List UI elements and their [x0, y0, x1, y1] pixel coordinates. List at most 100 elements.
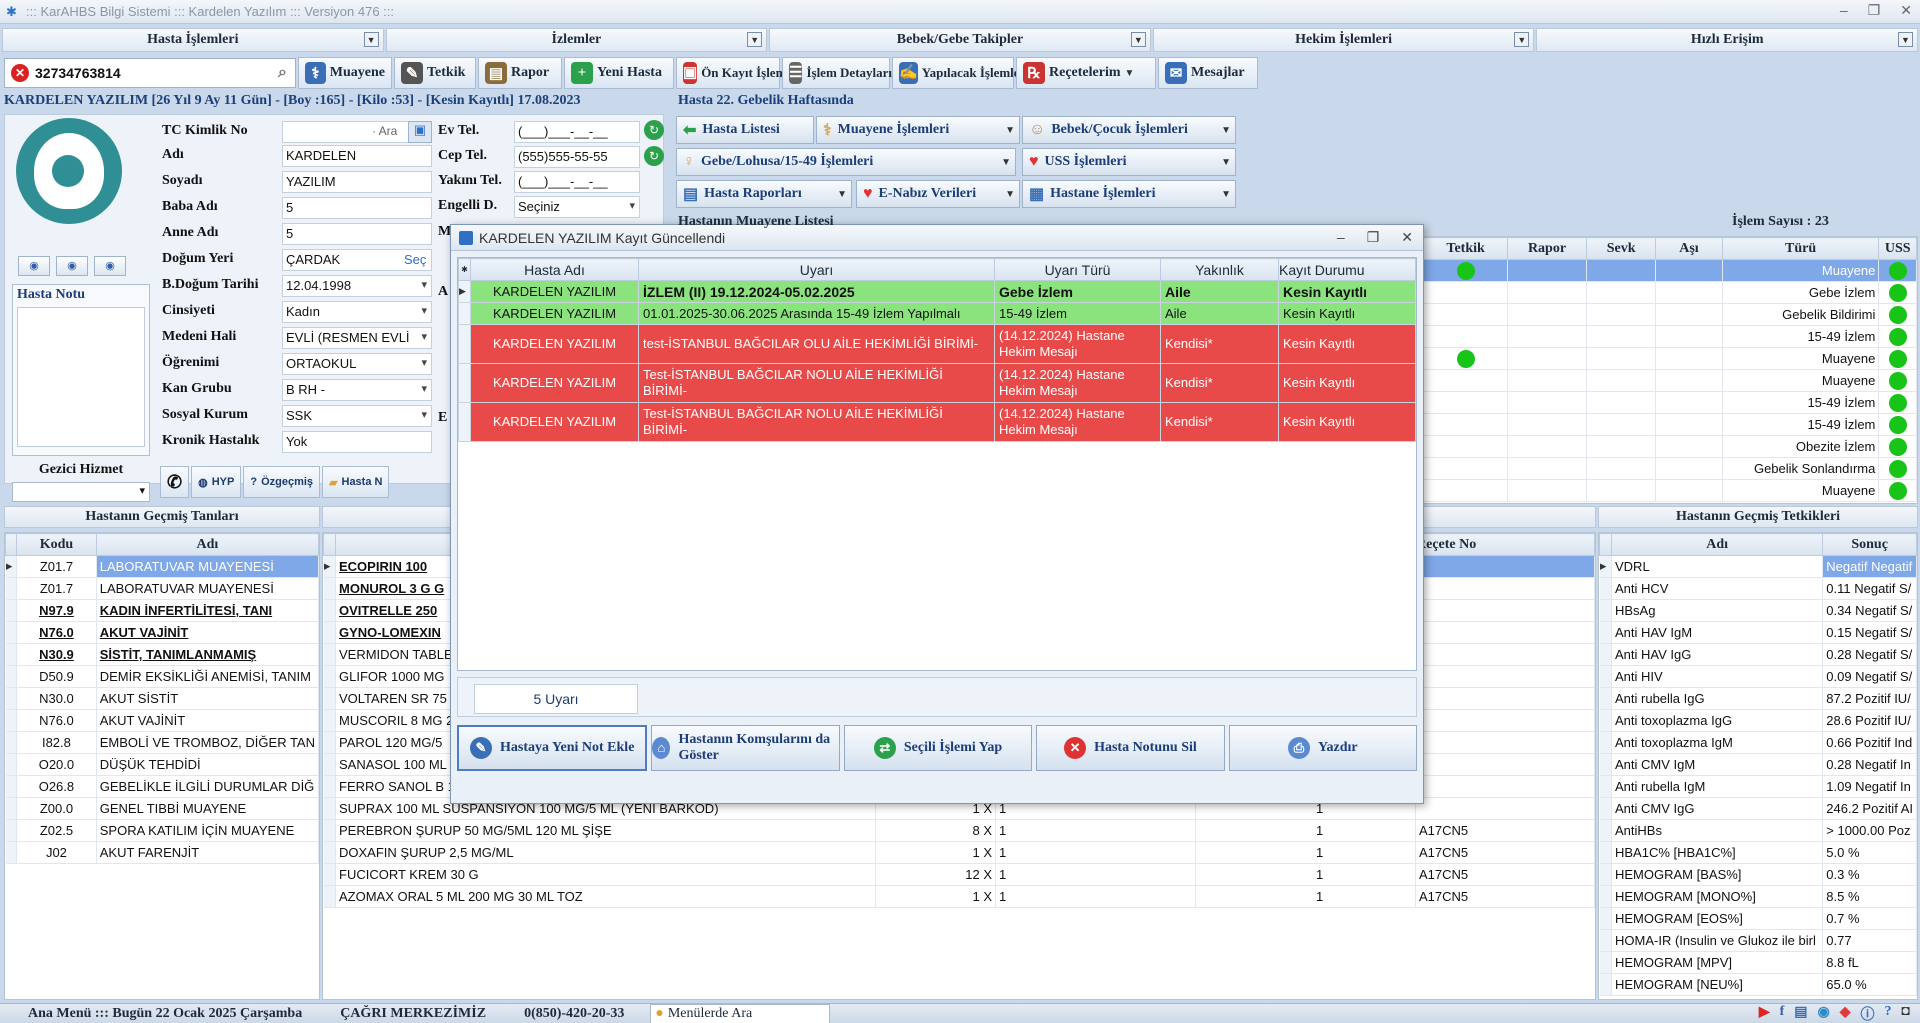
dialog-close-button[interactable]: ✕ — [1401, 229, 1413, 246]
dialog-button-0[interactable]: ✎ Hastaya Yeni Not Ekle — [457, 725, 648, 771]
diagnosis-row[interactable]: N76.0 AKUT VAJİNİT — [5, 709, 319, 732]
mobile-service-select[interactable] — [12, 482, 150, 502]
diagnosis-row[interactable]: I82.8 EMBOLİ VE TROMBOZ, DİĞER TAN — [5, 731, 319, 754]
test-row[interactable]: Anti toxoplazma IgM 0.66 Pozitif Ind — [1599, 731, 1917, 754]
action-button-4[interactable]: ♥ USS İşlemleri ▼ — [1022, 148, 1236, 176]
diagnosis-row[interactable]: Z02.5 SPORA KATILIM İÇİN MUAYENE — [5, 819, 319, 842]
diagnosis-row[interactable]: J02 AKUT FARENJİT — [5, 841, 319, 864]
chevron-down-icon[interactable]: ▼ — [747, 32, 763, 47]
field-dt[interactable]: 12.04.1998 — [282, 275, 432, 297]
test-row[interactable]: HOMA-IR (Insulin ve Glukoz ile birl 0.77 — [1599, 929, 1917, 952]
diagnosis-row[interactable]: N76.0 AKUT VAJİNİT — [5, 621, 319, 644]
field-engelli[interactable]: Seçiniz — [514, 196, 640, 218]
medication-row[interactable]: FUCICORT KREM 30 G 12 X 1 1 A17CN5 — [323, 863, 1595, 886]
field-cins[interactable]: Kadın — [282, 301, 432, 323]
minimize-button[interactable]: – — [1840, 2, 1848, 19]
test-row[interactable]: HEMOGRAM [MPV] 8.8 fL — [1599, 951, 1917, 974]
field-kronik[interactable]: Yok — [282, 431, 432, 453]
clear-search-icon[interactable]: ✕ — [11, 64, 29, 82]
warning-row[interactable]: KARDELEN YAZILIM test-İSTANBUL BAĞCILAR O… — [458, 324, 1416, 364]
test-row[interactable]: ▶ VDRL Negatif Negatif — [1599, 555, 1917, 578]
warning-row[interactable]: KARDELEN YAZILIM Test-İSTANBUL BAĞCILAR N… — [458, 402, 1416, 442]
field-kan[interactable]: B RH - — [282, 379, 432, 401]
toolbar-button-3[interactable]: + Yeni Hasta — [564, 57, 674, 89]
photo-button[interactable]: ◉ — [56, 256, 88, 276]
camera-icon[interactable]: ◘ — [1902, 1004, 1910, 1023]
document-icon[interactable]: ▤ — [1794, 1004, 1807, 1023]
id-card-icon[interactable]: ▣ — [408, 121, 432, 143]
menu-search-input[interactable]: ● Menülerde Ara — [650, 1003, 831, 1023]
patient-note-textarea[interactable] — [17, 307, 145, 447]
test-row[interactable]: HEMOGRAM [EOS%] 0.7 % — [1599, 907, 1917, 930]
warning-row[interactable]: KARDELEN YAZILIM Test-İSTANBUL BAĞCILAR N… — [458, 363, 1416, 403]
test-row[interactable]: HBsAg 0.34 Negatif S/ — [1599, 599, 1917, 622]
diagnosis-row[interactable]: Z01.7 LABORATUVAR MUAYENESİ — [5, 577, 319, 600]
chat-icon[interactable]: ◉ — [1818, 1004, 1830, 1023]
diagnosis-row[interactable]: O20.0 DÜŞÜK TEHDİDİ — [5, 753, 319, 776]
chevron-down-icon[interactable]: ▼ — [1130, 32, 1146, 47]
chevron-down-icon[interactable]: ▼ — [1005, 189, 1015, 200]
youtube-icon[interactable]: ▶ — [1759, 1004, 1770, 1023]
diagnosis-row[interactable]: N30.0 AKUT SİSTİT — [5, 687, 319, 710]
toolbar-button-8[interactable]: ✉ Mesajlar — [1158, 57, 1258, 89]
hasta-note-button[interactable]: ▰ Hasta N — [322, 466, 390, 498]
dialog-maximize-button[interactable]: ❐ — [1367, 229, 1380, 246]
warning-row[interactable]: KARDELEN YAZILIM 01.01.2025-30.06.2025 Ar… — [458, 302, 1416, 325]
diagnosis-row[interactable]: O26.8 GEBELİKLE İLGİLİ DURUMLAR DİĞ — [5, 775, 319, 798]
field-medeni[interactable]: EVLİ (RESMEN EVLİ — [282, 327, 432, 349]
action-button-3[interactable]: ♀ Gebe/Lohusa/15-49 İşlemleri ▼ — [676, 148, 1016, 176]
remove-photo-button[interactable]: ◉ — [94, 256, 126, 276]
action-button-0[interactable]: ⬅ Hasta Listesi — [676, 116, 814, 144]
help-icon[interactable]: ? — [1885, 1004, 1892, 1023]
chevron-down-icon[interactable]: ▼ — [363, 32, 379, 47]
field-yakintel[interactable]: (___)___-__-__ — [514, 171, 640, 193]
action-button-5[interactable]: ▤ Hasta Raporları ▼ — [676, 180, 852, 208]
test-row[interactable]: Anti CMV IgM 0.28 Negatif In — [1599, 753, 1917, 776]
warning-row[interactable]: ▶ KARDELEN YAZILIM İZLEM (II) 19.12.2024-0… — [458, 280, 1416, 303]
chevron-down-icon[interactable]: ▼ — [1125, 68, 1135, 79]
search-icon[interactable]: ⌕ — [278, 64, 287, 82]
toolbar-button-7[interactable]: ℞ Reçetelerim ▼ — [1016, 57, 1156, 89]
camera-button[interactable]: ◉ — [18, 256, 50, 276]
action-button-1[interactable]: ⚕ Muayene İşlemleri ▼ — [816, 116, 1020, 144]
toolbar-button-1[interactable]: ✎ Tetkik — [394, 57, 476, 89]
field-soyad[interactable]: YAZILIM — [282, 171, 432, 193]
ozgecmis-button[interactable]: ? Özgeçmiş — [243, 466, 321, 498]
test-row[interactable]: HEMOGRAM [NEU%] 65.0 % — [1599, 973, 1917, 996]
facebook-icon[interactable]: f — [1780, 1004, 1785, 1023]
diagnosis-row[interactable]: N97.9 KADIN İNFERTİLİTESİ, TANI — [5, 599, 319, 622]
chevron-down-icon[interactable]: ▼ — [1897, 32, 1913, 47]
chevron-down-icon[interactable]: ▼ — [837, 189, 847, 200]
phone-button[interactable]: ✆ — [160, 466, 190, 498]
test-row[interactable]: AntiHBs > 1000.00 Poz — [1599, 819, 1917, 842]
dialog-button-3[interactable]: ✕ Hasta Notunu Sil — [1036, 725, 1225, 771]
test-row[interactable]: Anti HCV 0.11 Negatif S/ — [1599, 577, 1917, 600]
chevron-down-icon[interactable]: ▼ — [1001, 157, 1011, 168]
chevron-down-icon[interactable]: ▼ — [1221, 125, 1231, 136]
field-baba[interactable]: 5 — [282, 197, 432, 219]
medication-row[interactable]: PEREBRON ŞURUP 50 MG/5ML 120 ML ŞİŞE 8 X1… — [323, 819, 1595, 842]
field-ad[interactable]: KARDELEN — [282, 145, 432, 167]
info-icon[interactable]: ⓘ — [1861, 1004, 1875, 1023]
chevron-down-icon[interactable]: ▼ — [1005, 125, 1015, 136]
refresh-icon[interactable]: ↻ — [644, 120, 664, 140]
tc-search-button[interactable]: · Ara — [372, 124, 397, 138]
hyp-button[interactable]: ◍ HYP — [191, 466, 242, 498]
menu-tab-1[interactable]: İzlemler ▼ — [385, 28, 768, 52]
test-row[interactable]: Anti rubella IgG 87.2 Pozitif IU/ — [1599, 687, 1917, 710]
menu-tab-2[interactable]: Bebek/Gebe Takipler ▼ — [769, 28, 1151, 52]
dialog-button-2[interactable]: ⇄ Seçili İşlemi Yap — [843, 725, 1033, 771]
field-anne[interactable]: 5 — [282, 223, 432, 245]
toolbar-button-6[interactable]: ✍ Yapılacak İşlemlerim — [892, 57, 1040, 89]
menu-tab-0[interactable]: Hasta İşlemleri ▼ — [2, 28, 384, 52]
action-button-7[interactable]: ▦ Hastane İşlemleri ▼ — [1022, 180, 1236, 208]
test-row[interactable]: Anti HAV IgM 0.15 Negatif S/ — [1599, 621, 1917, 644]
anydesk-icon[interactable]: ◆ — [1840, 1004, 1851, 1023]
dialog-minimize-button[interactable]: – — [1337, 229, 1345, 246]
diagnosis-row[interactable]: N30.9 SİSTİT, TANIMLANMAMIŞ — [5, 643, 319, 666]
diagnosis-row[interactable]: ▶ Z01.7 LABORATUVAR MUAYENESİ — [5, 555, 319, 578]
field-evtel[interactable]: (___)___-__-__ — [514, 121, 640, 143]
action-button-2[interactable]: ☺ Bebek/Çocuk İşlemleri ▼ — [1022, 116, 1236, 144]
diagnosis-row[interactable]: Z00.0 GENEL TIBBİ MUAYENE — [5, 797, 319, 820]
medication-row[interactable]: AZOMAX ORAL 5 ML 200 MG 30 ML TOZ 1 X 1 1 A1… — [323, 885, 1595, 908]
